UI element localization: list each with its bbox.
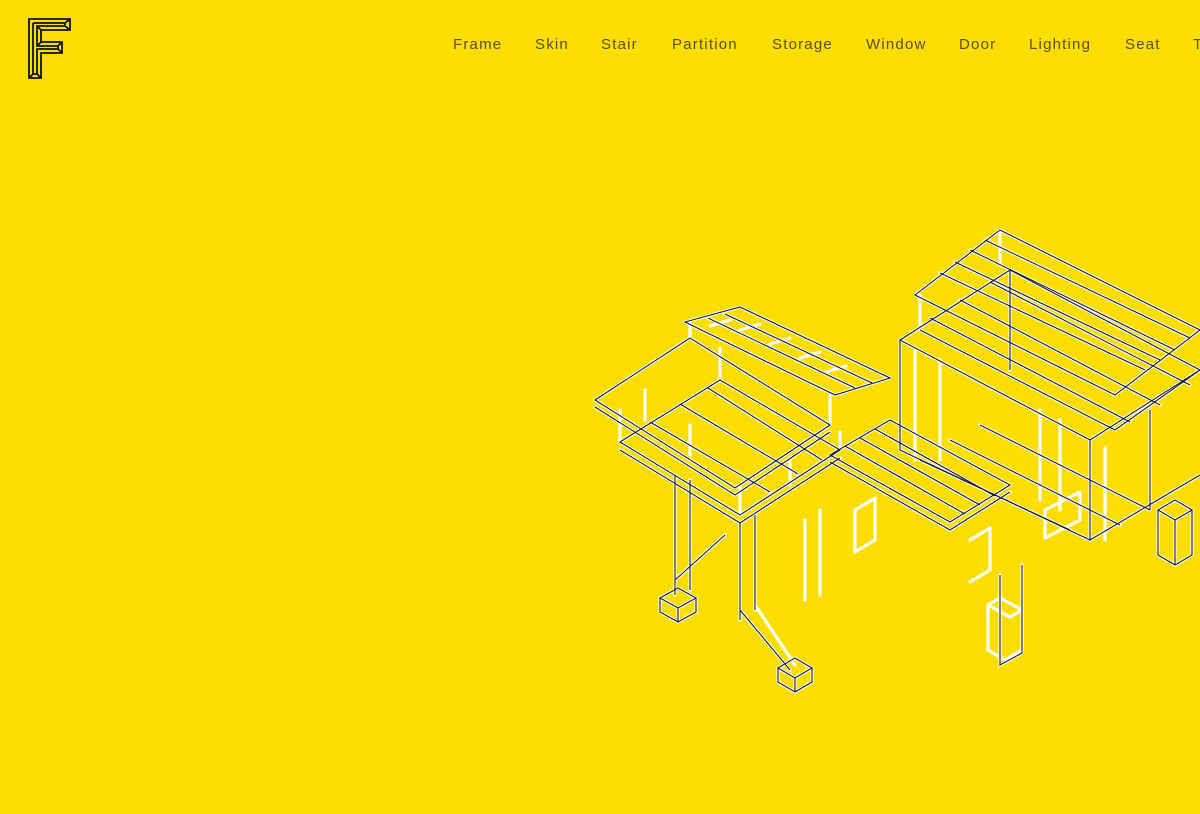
nav-item-storage[interactable]: Storage: [772, 36, 833, 53]
nav-item-lighting[interactable]: Lighting: [1029, 36, 1091, 53]
brand-logo[interactable]: [28, 18, 72, 80]
nav-item-t[interactable]: T: [1193, 36, 1200, 53]
page: Frame Skin Stair Partition Storage Windo…: [0, 0, 1200, 814]
nav-item-window[interactable]: Window: [866, 36, 927, 53]
nav-item-seat[interactable]: Seat: [1125, 36, 1161, 53]
nav-item-stair[interactable]: Stair: [601, 36, 638, 53]
nav-item-door[interactable]: Door: [959, 36, 996, 53]
nav-item-frame[interactable]: Frame: [453, 36, 502, 53]
geometric-f-logo-icon: [28, 18, 71, 79]
isometric-house-frame-icon: [593, 228, 1200, 694]
nav-item-skin[interactable]: Skin: [535, 36, 569, 53]
isometric-house-illustration: [590, 210, 1200, 700]
nav-item-partition[interactable]: Partition: [672, 36, 738, 53]
